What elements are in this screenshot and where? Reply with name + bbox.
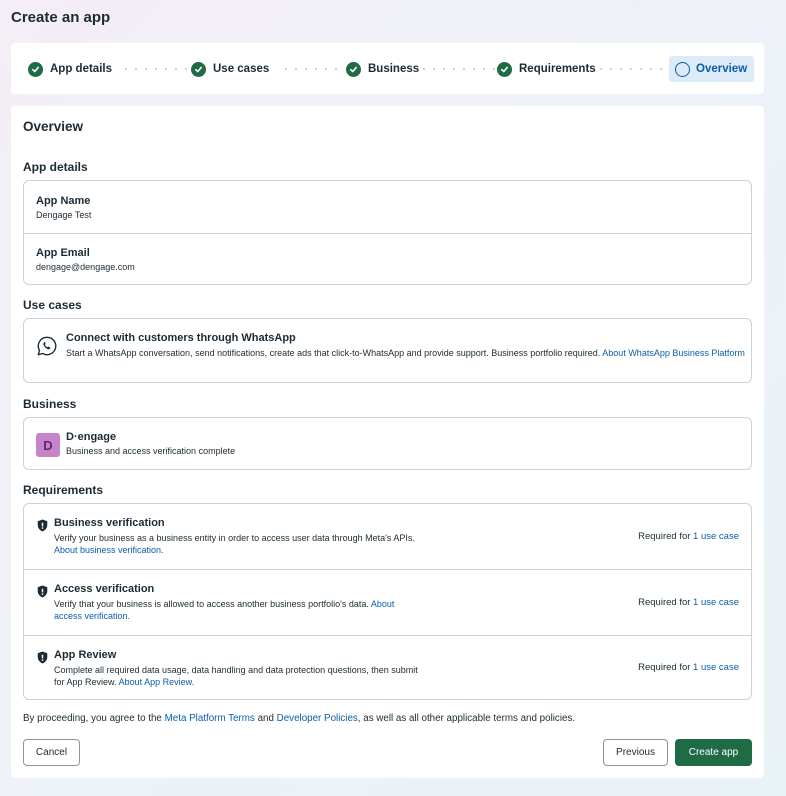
use-case-box: Connect with customers through WhatsApp …	[23, 318, 752, 383]
stepper: App details Use cases Business Requireme…	[11, 43, 764, 94]
section-title-use-cases: Use cases	[23, 298, 82, 312]
requirement-desc-text: Complete all required data usage, data h…	[54, 665, 418, 675]
requirement-description: Verify that your business is allowed to …	[54, 598, 394, 622]
step-label: Business	[368, 63, 420, 75]
business-box: D D·engage Business and access verificat…	[23, 417, 752, 470]
required-for: Required for 1 use case	[638, 662, 739, 673]
about-access-verification-link[interactable]: About	[371, 599, 395, 609]
create-app-button[interactable]: Create app	[675, 739, 752, 766]
required-for: Required for 1 use case	[638, 597, 739, 608]
step-business[interactable]: Business	[346, 56, 424, 82]
shield-icon	[37, 585, 48, 598]
section-title-requirements: Requirements	[23, 483, 104, 497]
about-access-verification-link[interactable]: access verification.	[54, 611, 130, 621]
step-label: Use cases	[213, 63, 270, 75]
app-name-row: App Name Dengage Test	[24, 181, 751, 233]
check-circle-icon	[346, 61, 361, 77]
card-title: Overview	[23, 119, 84, 134]
requirement-row-access-verification: Access verification Verify that your bus…	[24, 569, 751, 635]
requirement-title: App Review	[54, 649, 117, 661]
requirement-row-business-verification: Business verification Verify your busine…	[24, 504, 751, 569]
link-text: Platform	[711, 348, 745, 358]
shield-icon	[37, 651, 48, 664]
app-email-row: App Email dengage@dengage.com	[24, 233, 751, 284]
business-name: D·engage	[66, 431, 117, 443]
business-status: Business and access verification complet…	[66, 446, 236, 456]
requirement-desc-text: for App Review.	[54, 677, 117, 687]
terms-and: and	[257, 713, 274, 724]
step-connector	[121, 68, 191, 70]
business-avatar: D	[36, 433, 60, 457]
step-label: Requirements	[519, 63, 596, 75]
about-business-verification-link[interactable]: About business verification.	[54, 545, 164, 555]
overview-card: Overview App details App Name Dengage Te…	[11, 106, 764, 778]
shield-icon	[37, 519, 48, 532]
use-case-title: Connect with customers through WhatsApp	[66, 332, 296, 344]
cancel-button[interactable]: Cancel	[23, 739, 80, 766]
use-case-count-link[interactable]: 1 use case	[693, 531, 739, 542]
requirement-description: Complete all required data usage, data h…	[54, 664, 418, 688]
requirement-title: Access verification	[54, 583, 155, 595]
app-name-label: App Name	[36, 195, 91, 207]
terms-text: By proceeding, you agree to the Meta Pla…	[23, 713, 575, 724]
step-connector	[281, 68, 343, 70]
check-circle-icon	[497, 61, 512, 77]
requirement-row-app-review: App Review Complete all required data us…	[24, 635, 751, 699]
step-label: App details	[50, 63, 112, 75]
developer-policies-link[interactable]: Developer Policies	[277, 713, 358, 724]
app-details-box: App Name Dengage Test App Email dengage@…	[23, 180, 752, 285]
step-use-cases[interactable]: Use cases	[191, 56, 274, 82]
step-connector	[419, 68, 495, 70]
use-case-desc-text: Start a WhatsApp conversation, send noti…	[66, 348, 601, 358]
required-for-text: Required for	[638, 597, 691, 608]
step-app-details[interactable]: App details	[28, 56, 116, 82]
page-title: Create an app	[11, 9, 111, 26]
requirement-desc-text: Verify your business as a business entit…	[54, 533, 415, 543]
check-circle-icon	[28, 61, 43, 77]
link-text: About WhatsApp Business	[602, 348, 709, 358]
step-connector	[596, 68, 666, 70]
use-case-description: Start a WhatsApp conversation, send noti…	[66, 347, 746, 359]
app-name-value: Dengage Test	[36, 210, 92, 220]
requirement-title: Business verification	[54, 517, 165, 529]
about-app-review-link[interactable]: About App Review.	[119, 677, 195, 687]
terms-suffix: , as well as all other applicable terms …	[357, 713, 576, 724]
use-case-count-link[interactable]: 1 use case	[693, 597, 739, 608]
required-for-text: Required for	[638, 531, 691, 542]
section-title-app-details: App details	[23, 160, 88, 174]
meta-platform-terms-link[interactable]: Meta Platform Terms	[165, 713, 255, 724]
previous-button[interactable]: Previous	[603, 739, 668, 766]
current-step-circle-icon	[675, 61, 690, 77]
app-email-label: App Email	[36, 247, 90, 259]
step-label: Overview	[696, 63, 748, 75]
requirement-description: Verify your business as a business entit…	[54, 532, 415, 556]
required-for-text: Required for	[638, 662, 691, 673]
about-whatsapp-link[interactable]: About WhatsApp Business Platform	[602, 348, 745, 358]
step-requirements[interactable]: Requirements	[497, 56, 600, 82]
requirements-box: Business verification Verify your busine…	[23, 503, 752, 700]
use-case-count-link[interactable]: 1 use case	[693, 662, 739, 673]
whatsapp-icon	[37, 336, 57, 356]
required-for: Required for 1 use case	[638, 531, 739, 542]
requirement-desc-text: Verify that your business is allowed to …	[54, 599, 369, 609]
step-overview[interactable]: Overview	[669, 56, 755, 82]
app-email-value: dengage@dengage.com	[36, 262, 135, 272]
terms-prefix: By proceeding, you agree to the	[23, 713, 162, 724]
section-title-business: Business	[23, 397, 77, 411]
check-circle-icon	[191, 61, 206, 77]
